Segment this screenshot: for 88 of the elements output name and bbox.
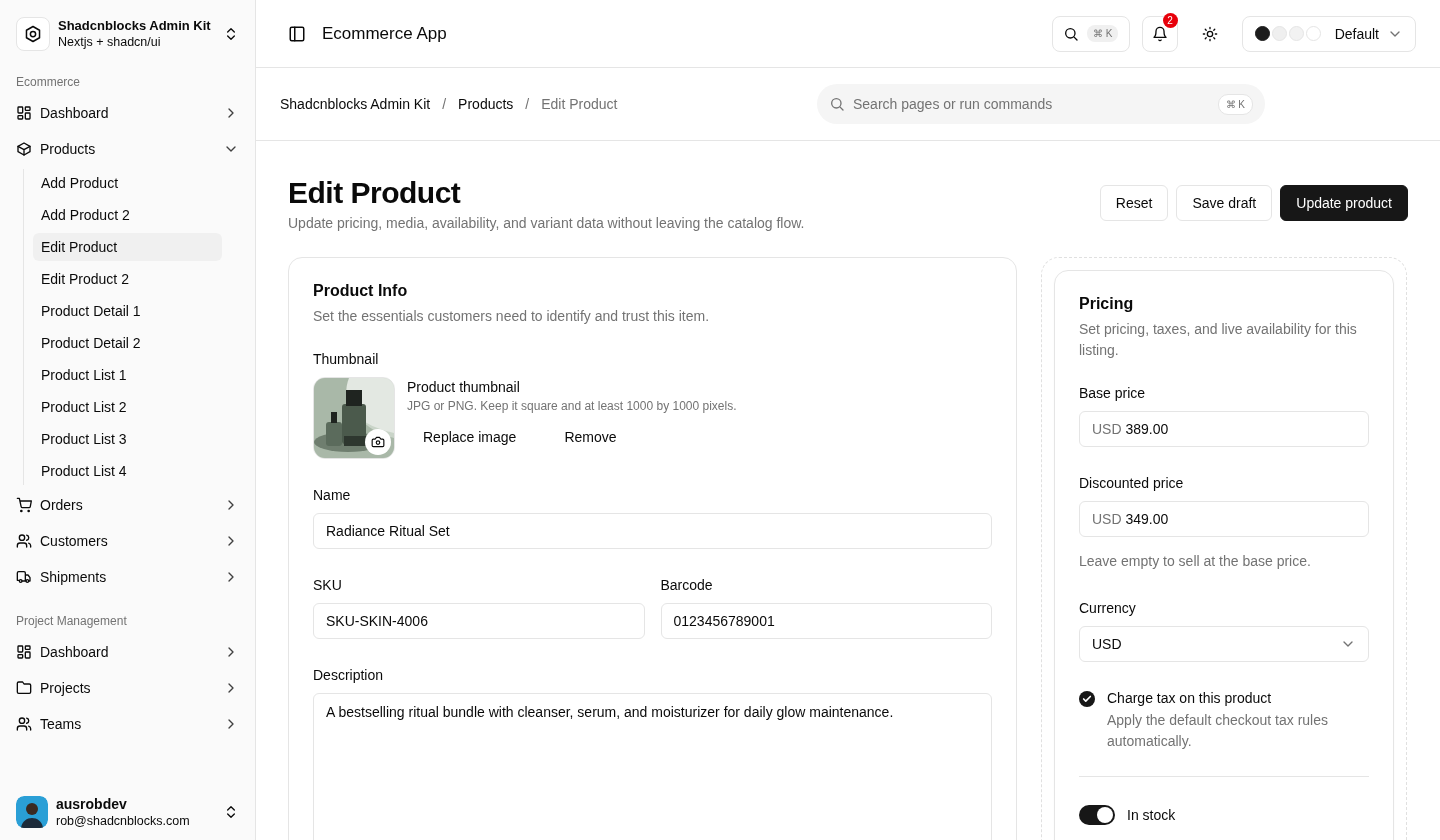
- field-label: Barcode: [660, 577, 713, 593]
- sidebar-subitem[interactable]: Edit Product: [33, 233, 222, 261]
- truck-icon: [16, 569, 32, 585]
- sidebar-subitem[interactable]: Product Detail 2: [33, 329, 222, 357]
- field-label: SKU: [313, 577, 342, 593]
- search-icon: [829, 96, 845, 112]
- thumbnail-hint: JPG or PNG. Keep it square and at least 1000 by 1000 pixels.: [407, 399, 737, 413]
- sidebar-item[interactable]: Orders: [8, 489, 247, 521]
- page-title: Edit Product: [288, 177, 461, 209]
- breadcrumb-separator: /: [525, 96, 530, 112]
- cart-icon: [16, 497, 32, 513]
- sidebar-subitem[interactable]: Add Product: [33, 169, 222, 197]
- bell-icon: [1151, 25, 1168, 42]
- primary-button[interactable]: Update product: [1280, 185, 1408, 221]
- check-icon: [1082, 694, 1092, 704]
- thumbnail-title: Product thumbnail: [407, 379, 520, 395]
- box-icon: [16, 141, 32, 157]
- input-field[interactable]: USD 389.00: [1079, 411, 1369, 447]
- breadcrumb-current: Edit Product: [541, 96, 618, 112]
- sidebar-subitem[interactable]: Product List 4: [33, 457, 222, 485]
- theme-selector[interactable]: Default: [1241, 15, 1416, 52]
- description-field[interactable]: A bestselling ritual bundle with cleanser, serum, and moisturizer for daily glow maintenance.: [313, 693, 992, 840]
- field-label: Base price: [1079, 385, 1146, 401]
- field-label: Currency: [1079, 600, 1136, 616]
- input-field[interactable]: 0123456789001: [660, 603, 992, 639]
- outline-button[interactable]: Reset: [1099, 185, 1169, 221]
- input-field[interactable]: SKU-SKIN-4006: [313, 603, 645, 639]
- sidebar-item[interactable]: Shipments: [8, 561, 247, 593]
- sidebar-item[interactable]: Dashboard: [8, 636, 247, 668]
- user-email: rob@shadcnblocks.com: [56, 812, 190, 829]
- currency-select[interactable]: USD: [1079, 626, 1369, 662]
- checkbox-description: Apply the default checkout tax rules automatically.: [1107, 711, 1330, 751]
- sidebar-item[interactable]: Customers: [8, 525, 247, 557]
- command-search-field[interactable]: Search pages or run commands ⌘ K: [817, 84, 1265, 124]
- card-subtitle: Set pricing, taxes, and live availability for this listing.: [1079, 320, 1358, 360]
- search-button[interactable]: ⌘ K: [1051, 15, 1130, 52]
- grid-icon: [16, 644, 32, 660]
- folder-icon: [16, 680, 32, 696]
- sidebar-subitem[interactable]: Product List 2: [33, 393, 222, 421]
- users-icon: [16, 533, 32, 549]
- checkbox[interactable]: [1079, 691, 1095, 707]
- sidebar-item[interactable]: Projects: [8, 672, 247, 704]
- card-title: Product Info: [313, 282, 408, 300]
- sidebar-panel-icon: [288, 24, 306, 43]
- sidebar-toggle-button[interactable]: [288, 24, 306, 43]
- workspace-subtitle: Nextjs + shadcn/ui: [58, 34, 161, 50]
- breadcrumb-link[interactable]: Shadcnblocks Admin Kit: [280, 96, 431, 112]
- sun-icon: [1201, 25, 1218, 42]
- outline-button[interactable]: Save draft: [1176, 185, 1273, 221]
- image-action-button[interactable]: Remove: [548, 419, 633, 455]
- checkbox-label: Charge tax on this product: [1107, 690, 1272, 706]
- workspace-name: Shadcnblocks Admin Kit: [58, 18, 211, 34]
- hexagon-logo-icon: [24, 25, 42, 43]
- sidebar-subitem[interactable]: Product List 1: [33, 361, 222, 389]
- sidebar-subitem[interactable]: Product List 3: [33, 425, 222, 453]
- app-title: Ecommerce App: [322, 23, 448, 44]
- toggle-switch[interactable]: [1079, 805, 1115, 825]
- grid-icon: [16, 105, 32, 121]
- sidebar-item[interactable]: Products: [8, 133, 247, 165]
- search-icon: [1062, 25, 1079, 42]
- sidebar-subitem[interactable]: Product Detail 1: [33, 297, 222, 325]
- field-hint: Leave empty to sell at the base price.: [1079, 552, 1311, 571]
- breadcrumb-link[interactable]: Products: [458, 96, 514, 112]
- card-title: Pricing: [1079, 295, 1134, 313]
- user-avatar: [16, 796, 48, 828]
- switch-label: In stock: [1127, 807, 1176, 823]
- users-icon: [16, 716, 32, 732]
- field-label: Thumbnail: [313, 351, 379, 367]
- sidebar-item[interactable]: Dashboard: [8, 97, 247, 129]
- image-action-button[interactable]: Replace image: [407, 419, 533, 455]
- notification-count: 2: [1162, 12, 1178, 28]
- user-name: ausrobdev: [56, 795, 127, 813]
- field-label: Description: [313, 667, 384, 683]
- sidebar-group-label: Project Management: [15, 613, 128, 630]
- field-label: Discounted price: [1079, 475, 1184, 491]
- sidebar-group-label: Ecommerce: [15, 74, 81, 91]
- field-label: Name: [313, 487, 351, 503]
- sidebar-item[interactable]: Teams: [8, 708, 247, 740]
- input-field[interactable]: USD 349.00: [1079, 501, 1369, 537]
- page-subtitle: Update pricing, media, availability, and variant data without leaving the catalog flow.: [288, 215, 805, 231]
- sidebar-subitem[interactable]: Edit Product 2: [33, 265, 222, 293]
- shortcut-hint: ⌘ K: [1217, 93, 1253, 115]
- sidebar-subitem[interactable]: Add Product 2: [33, 201, 222, 229]
- card-subtitle: Set the essentials customers need to identify and trust this item.: [313, 307, 711, 326]
- breadcrumb-separator: /: [442, 96, 447, 112]
- notifications-button[interactable]: 2: [1141, 15, 1178, 52]
- shortcut-hint: ⌘ K: [1086, 25, 1119, 42]
- input-field[interactable]: Radiance Ritual Set: [313, 513, 992, 549]
